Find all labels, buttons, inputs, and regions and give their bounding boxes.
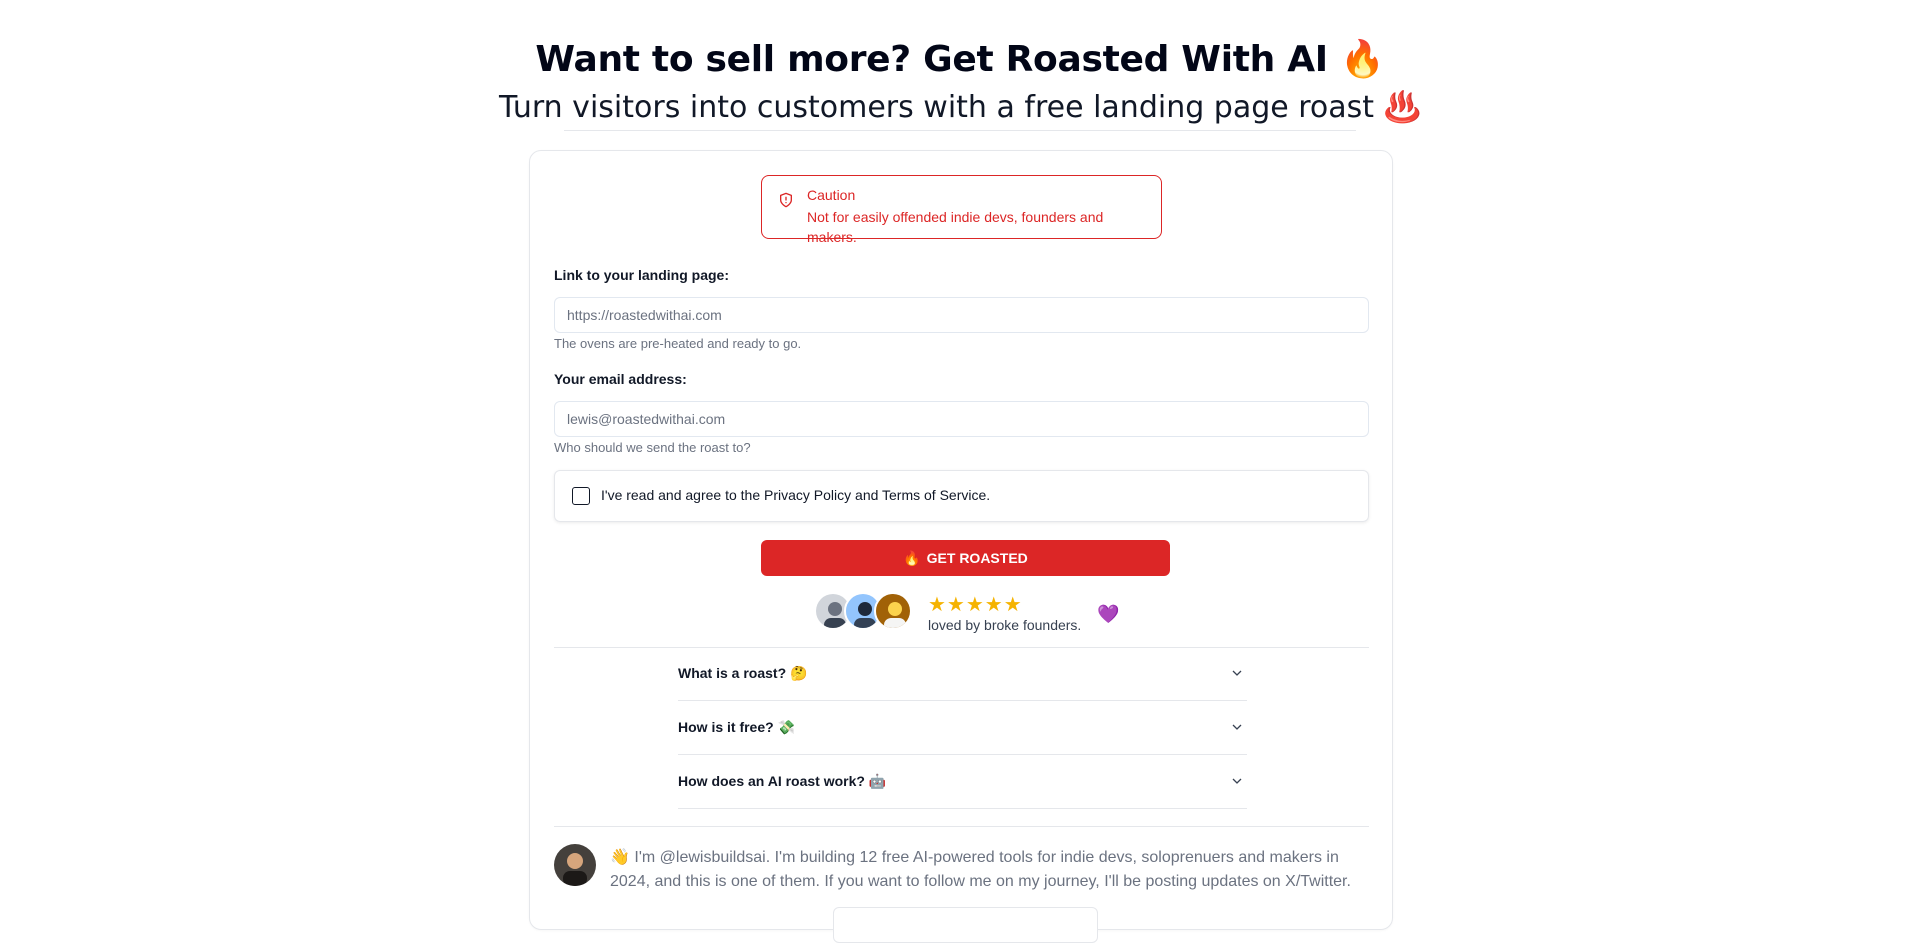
fire-icon: 🔥 [903,549,921,566]
page-title: Want to sell more? Get Roasted With AI 🔥 [535,39,1385,80]
email-input[interactable] [554,401,1369,437]
get-roasted-button[interactable]: 🔥 GET ROASTED [761,540,1170,576]
shield-alert-icon [780,192,792,208]
faq-item-how-is-it-free[interactable]: How is it free? 💸 [678,701,1247,755]
faq-question: What is a roast? 🤔 [678,665,808,681]
terms-label: I've read and agree to the Privacy Polic… [601,487,991,503]
chevron-down-icon [1232,778,1242,784]
purple-heart-icon: 💜 [1097,604,1120,624]
caution-alert: Caution Not for easily offended indie de… [761,175,1162,245]
social-proof-text: loved by broke founders. [928,617,1082,633]
rating-stars: ★★★★★ [928,594,1023,616]
page-subtitle: Turn visitors into customers with a free… [499,90,1421,125]
roast-form-card: Caution Not for easily offended indie de… [529,150,1393,943]
faq-question: How does an AI roast work? 🤖 [678,773,887,789]
hero-divider [564,130,1356,131]
chevron-down-icon [1232,670,1242,676]
caution-text: Not for easily offended indie devs, foun… [807,209,1104,245]
faq-question: How is it free? 💸 [678,719,796,735]
email-hint: Who should we send the roast to? [554,440,751,455]
landing-page-url-input[interactable] [554,297,1369,333]
get-roasted-label: GET ROASTED [926,550,1028,566]
url-label: Link to your landing page: [554,267,729,283]
url-hint: The ovens are pre-heated and ready to go… [554,336,802,351]
follow-button[interactable] [833,907,1098,943]
terms-agreement[interactable]: I've read and agree to the Privacy Polic… [554,470,1369,522]
chevron-down-icon [1232,724,1242,730]
caution-title: Caution [807,187,856,203]
author-text: 👋 I'm @lewisbuildsai. I'm building 12 fr… [610,849,1351,890]
email-label: Your email address: [554,371,687,387]
avatar [874,592,912,630]
terms-checkbox[interactable] [572,487,590,505]
author-avatar [554,844,596,886]
faq-accordion: What is a roast? 🤔 How is it free? 💸 How… [678,647,1247,809]
faq-item-how-does-ai-roast-work[interactable]: How does an AI roast work? 🤖 [678,755,1247,809]
divider [554,826,1369,827]
faq-item-what-is-a-roast[interactable]: What is a roast? 🤔 [678,647,1247,701]
